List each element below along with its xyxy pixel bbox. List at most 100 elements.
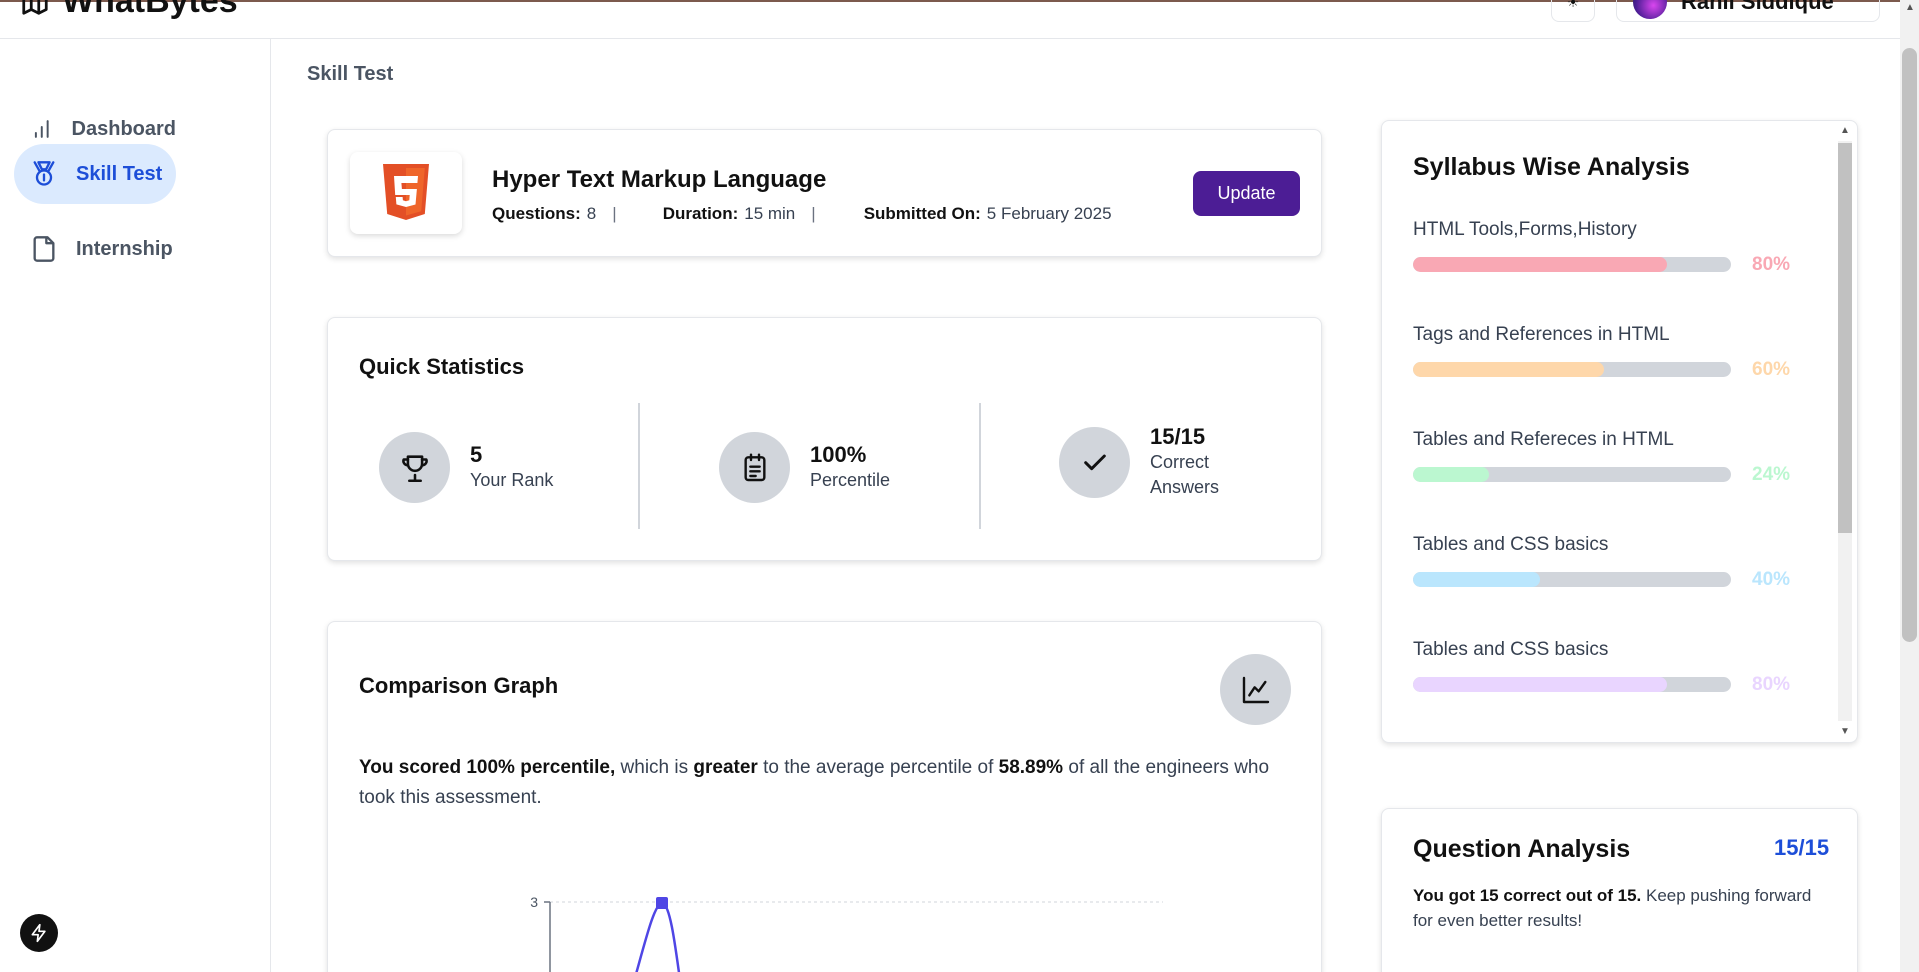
syllabus-item-name: Tags and References in HTML: [1413, 324, 1670, 345]
user-name: Rahil Siddique: [1681, 0, 1834, 14]
clipboard-icon: [719, 432, 790, 503]
percentile-label: Percentile: [810, 470, 891, 490]
sidebar-item-internship[interactable]: Internship: [14, 219, 176, 279]
syllabus-item-name: Tables and CSS basics: [1413, 534, 1609, 555]
rank-label: Your Rank: [470, 470, 554, 490]
question-analysis-score: 15/15: [1774, 835, 1830, 860]
html5-icon: [383, 164, 429, 220]
progress-bar: [1413, 677, 1731, 692]
syllabus-title: Syllabus Wise Analysis: [1413, 153, 1690, 181]
test-title: Hyper Text Markup Language: [492, 166, 827, 193]
progress-bar-row: 60%: [1413, 359, 1790, 380]
progress-bar: [1413, 572, 1731, 587]
top-accent-line: [0, 0, 1900, 2]
submitted-value: 5 February 2025: [986, 204, 1112, 223]
brand-name: WhatBytes: [62, 0, 238, 20]
bar-chart-icon: [34, 120, 49, 138]
submitted-label: Submitted On:: [863, 204, 981, 223]
question-analysis-text: You got 15 correct out of 15. Keep pushi…: [1413, 883, 1833, 933]
rank-value: 5: [470, 442, 483, 467]
progress-bar-fill: [1413, 467, 1490, 482]
trophy-icon: [379, 432, 450, 503]
progress-bar-fill: [1413, 362, 1604, 377]
duration-label: Duration:: [662, 204, 739, 223]
syllabus-item: HTML Tools,Forms,History 80%: [1413, 219, 1813, 275]
quick-statistics-title: Quick Statistics: [359, 354, 525, 379]
update-button[interactable]: Update: [1193, 171, 1300, 216]
progress-bar-fill: [1413, 257, 1668, 272]
data-point[interactable]: [656, 897, 668, 909]
questions-label: Questions:: [492, 204, 581, 223]
scroll-up-icon[interactable]: ▲: [1905, 2, 1915, 13]
theme-toggle-button[interactable]: ☀: [1551, 0, 1595, 22]
divider: [638, 403, 640, 529]
comparison-description: You scored 100% percentile, which is gre…: [359, 753, 1299, 813]
lightning-icon: [31, 923, 46, 943]
scroll-up-icon[interactable]: ▲: [1840, 125, 1850, 136]
sidebar-item-label: Internship: [76, 237, 173, 260]
comparison-text-bold: greater: [693, 757, 758, 778]
file-icon: [33, 236, 55, 262]
sun-icon: ☀: [1566, 0, 1580, 10]
percentile-value: 100%: [810, 442, 867, 467]
syllabus-item: Tables and Refereces in HTML 24%: [1413, 429, 1813, 485]
correct-label: Correct Answers: [1150, 450, 1219, 500]
percentile-stat: 100% Percentile: [719, 432, 890, 503]
correct-label-line: Answers: [1150, 477, 1220, 497]
syllabus-item: Tables and CSS basics 40%: [1413, 534, 1813, 590]
scrollbar-thumb[interactable]: [1838, 143, 1852, 533]
rank-stat: 5 Your Rank: [379, 432, 553, 503]
scroll-down-icon[interactable]: ▼: [1840, 726, 1850, 737]
progress-bar-fill: [1413, 572, 1541, 587]
progress-percent: 60%: [1752, 358, 1791, 380]
question-analysis-title: Question Analysis: [1413, 835, 1631, 863]
check-icon: [1059, 426, 1130, 498]
user-menu-button[interactable]: Rahil Siddique: [1616, 0, 1880, 22]
sidebar-item-label: Skill Test: [76, 162, 163, 185]
brand[interactable]: WhatBytes: [20, 0, 238, 21]
syllabus-analysis-card: Syllabus Wise Analysis HTML Tools,Forms,…: [1381, 120, 1858, 743]
comparison-graph-card: Comparison Graph You scored 100% percent…: [327, 621, 1322, 972]
progress-percent: 80%: [1752, 253, 1791, 275]
correct-answers-stat: 15/15 Correct Answers: [1059, 424, 1219, 500]
question-analysis-text-bold: You got 15 correct out of 15.: [1413, 886, 1642, 905]
progress-bar-row: 80%: [1413, 674, 1790, 695]
test-meta: Questions: 8 | Duration: 15 min | Submit…: [492, 204, 1112, 224]
syllabus-item-name: Tables and Refereces in HTML: [1413, 429, 1674, 450]
progress-percent: 24%: [1752, 463, 1791, 485]
progress-percent: 40%: [1752, 568, 1791, 590]
divider: [979, 403, 981, 529]
syllabus-item-name: Tables and CSS basics: [1413, 639, 1609, 660]
question-analysis-card: Question Analysis 15/15 You got 15 corre…: [1381, 808, 1858, 972]
comparison-text: which is: [615, 757, 694, 778]
separator: |: [612, 204, 617, 223]
y-tick-label: 3: [530, 894, 538, 910]
comparison-graph-title: Comparison Graph: [359, 673, 559, 698]
progress-percent: 80%: [1752, 673, 1791, 695]
syllabus-scrollbar[interactable]: ▲ ▼: [1835, 123, 1852, 742]
page-title: Skill Test: [307, 63, 394, 85]
progress-bar-row: 80%: [1413, 254, 1790, 275]
comparison-text: to the average percentile of: [757, 757, 999, 778]
sidebar: Dashboard Skill Test Internship: [0, 39, 271, 972]
questions-value: 8: [586, 204, 597, 223]
map-icon: [22, 0, 48, 15]
correct-value: 15/15: [1150, 424, 1206, 449]
progress-bar: [1413, 257, 1731, 272]
page-scrollbar[interactable]: ▲: [1900, 0, 1919, 972]
series-line: [635, 901, 681, 972]
correct-label-line: Correct: [1150, 452, 1210, 472]
syllabus-item: Tags and References in HTML 60%: [1413, 324, 1813, 380]
sidebar-item-skill-test[interactable]: Skill Test: [14, 144, 176, 204]
quick-action-button[interactable]: [20, 914, 58, 952]
comparison-text-bold: 58.89%: [998, 757, 1064, 778]
comparison-chart: 3: [530, 894, 1163, 972]
page-scrollbar-thumb[interactable]: [1902, 48, 1917, 642]
html5-logo: [350, 152, 462, 234]
line-chart-icon: [1220, 654, 1291, 725]
quick-statistics-card: Quick Statistics 5 Your Rank 100% Percen…: [327, 317, 1322, 561]
top-bar: WhatBytes ☀ Rahil Siddique: [0, 0, 1900, 39]
duration-value: 15 min: [744, 204, 796, 223]
progress-bar: [1413, 362, 1731, 377]
separator: |: [811, 204, 816, 223]
